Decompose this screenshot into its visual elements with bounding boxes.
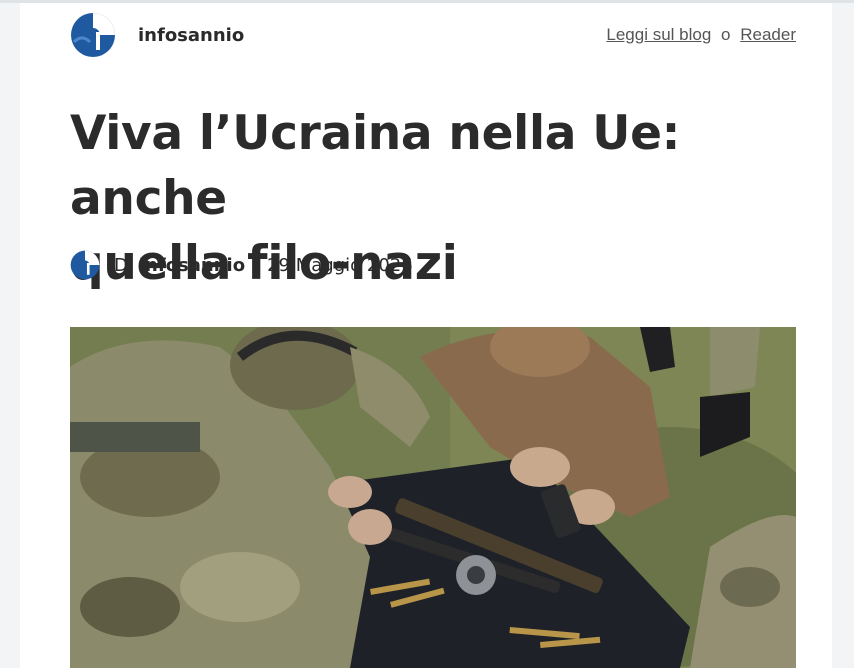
infosannio-logo-icon[interactable]: [70, 12, 116, 58]
byline: Di infosannio il 29 Maggio 2026: [70, 248, 413, 282]
byline-prefix: Di: [114, 254, 133, 276]
read-on-blog-link[interactable]: Leggi sul blog: [606, 25, 711, 44]
header-links: Leggi sul blog o Reader: [606, 25, 796, 45]
site-name[interactable]: infosannio: [138, 25, 244, 46]
soldiers-photo: [70, 327, 796, 668]
article-title-line1: Viva l’Ucraina nella Ue: anche: [70, 106, 681, 226]
header: infosannio Leggi sul blog o Reader: [70, 11, 796, 59]
email-page: infosannio Leggi sul blog o Reader Viva …: [20, 3, 832, 668]
hero-image[interactable]: [70, 327, 796, 668]
byline-author[interactable]: infosannio: [139, 255, 245, 276]
byline-date-prefix: il: [251, 254, 262, 276]
or-separator: o: [721, 25, 731, 44]
author-avatar-icon: [70, 250, 100, 280]
byline-date: 29 Maggio 2026: [267, 254, 413, 276]
reader-link[interactable]: Reader: [740, 25, 796, 44]
